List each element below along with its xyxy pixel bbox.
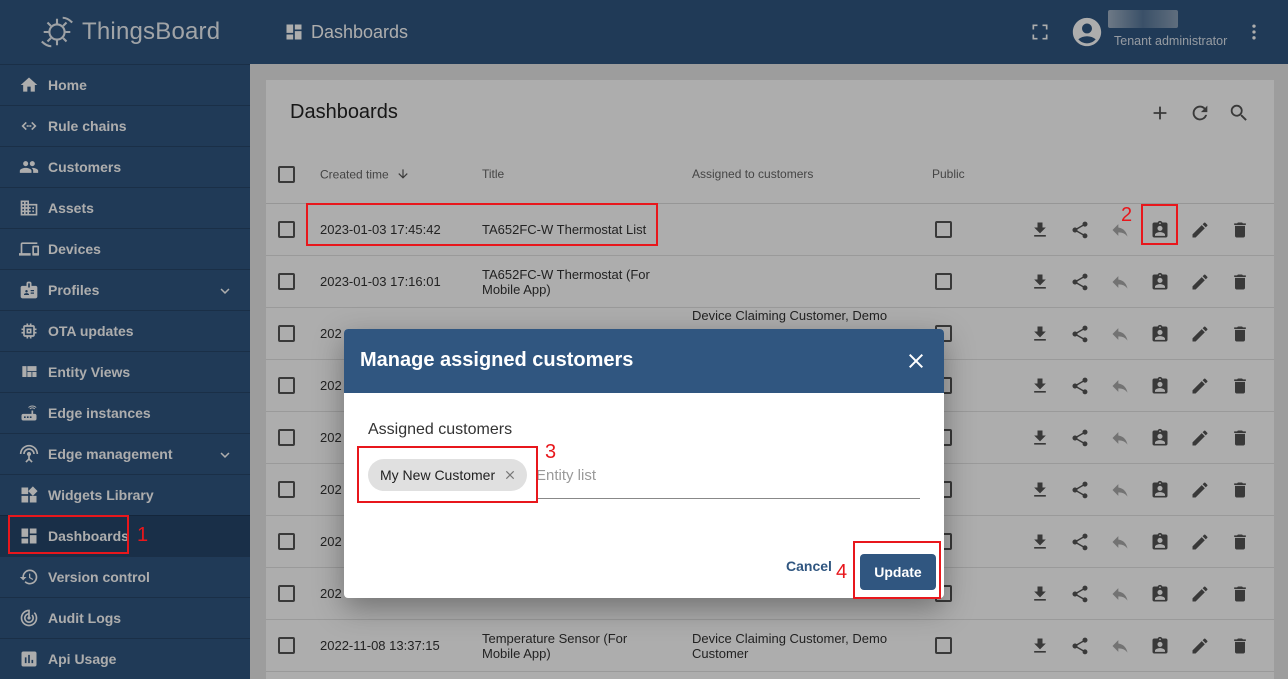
entity-list-input[interactable] — [536, 463, 916, 487]
input-underline — [536, 498, 920, 499]
annotation-number-4: 4 — [836, 561, 848, 583]
annotation-number-1: 1 — [137, 524, 149, 546]
app-root: ThingsBoard Home Rule chains Customers Asse… — [0, 0, 1288, 679]
annotation-box-row — [306, 203, 658, 246]
annotation-box-dashboards — [8, 515, 129, 554]
annotation-box-update — [853, 541, 941, 599]
dialog-header: Manage assigned customers — [344, 329, 944, 393]
close-icon[interactable] — [904, 349, 928, 373]
assigned-customers-label: Assigned customers — [368, 421, 513, 438]
annotation-number-2: 2 — [1121, 204, 1133, 226]
annotation-box-assign-icon — [1141, 204, 1178, 245]
dialog-title: Manage assigned customers — [360, 349, 634, 371]
annotation-number-3: 3 — [545, 441, 557, 463]
annotation-box-chip — [357, 446, 538, 503]
cancel-button[interactable]: Cancel — [780, 554, 838, 578]
